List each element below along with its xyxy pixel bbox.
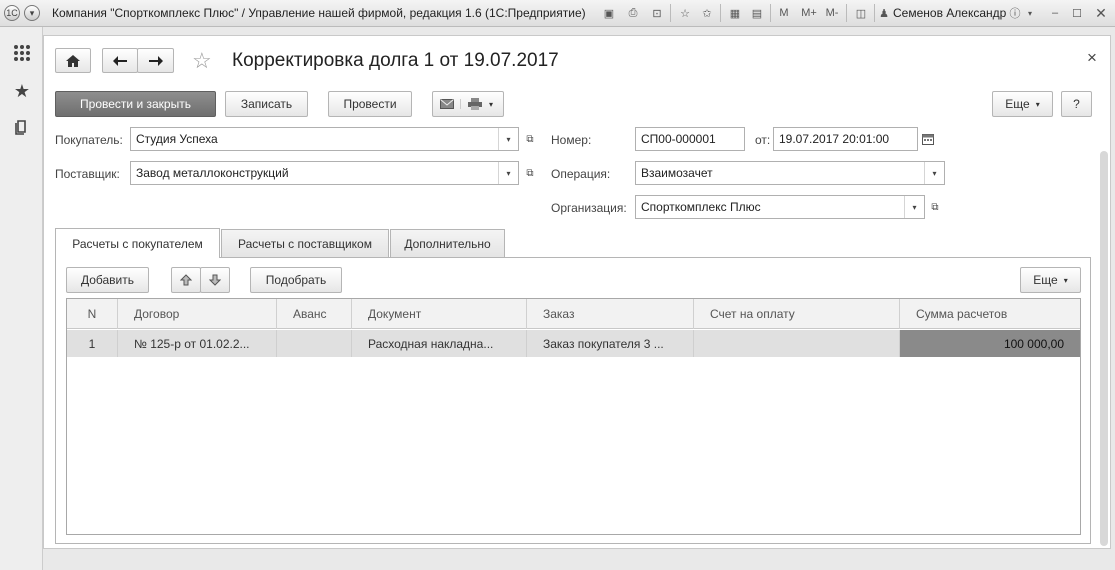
col-contract[interactable]: Договор bbox=[118, 299, 277, 329]
tab-buyer-settlements[interactable]: Расчеты с покупателем bbox=[55, 228, 220, 258]
document-form: ☆ Корректировка долга 1 от 19.07.2017 × … bbox=[43, 35, 1111, 549]
supplier-field[interactable]: Завод металлоконструкций ▾ bbox=[130, 161, 519, 185]
cell-n[interactable]: 1 bbox=[67, 330, 118, 357]
cell-order[interactable]: Заказ покупателя 3 ... bbox=[527, 330, 694, 357]
more-button[interactable]: Еще ▾ bbox=[992, 91, 1053, 117]
cell-contract[interactable]: № 125-р от 01.02.2... bbox=[118, 330, 277, 357]
cell-advance[interactable] bbox=[277, 330, 352, 357]
app-title: Компания "Спорткомплекс Плюс" / Управлен… bbox=[52, 6, 586, 20]
operation-label: Операция: bbox=[551, 167, 611, 181]
info-icon[interactable]: ⓘ bbox=[1006, 4, 1024, 22]
left-panel: ★ bbox=[0, 27, 43, 570]
number-label: Номер: bbox=[551, 133, 592, 147]
move-down-button[interactable] bbox=[200, 267, 230, 293]
print-dropdown-icon[interactable]: ▾ bbox=[489, 100, 493, 109]
user-icon: ♟ bbox=[879, 7, 889, 20]
maximize-icon[interactable]: ☐ bbox=[1068, 4, 1086, 22]
memory-m-button[interactable]: M bbox=[776, 4, 792, 22]
close-window-icon[interactable]: ✕ bbox=[1092, 4, 1110, 22]
tab-additional[interactable]: Дополнительно bbox=[390, 229, 505, 258]
supplier-open-icon[interactable]: ⧉ bbox=[520, 161, 540, 185]
col-order[interactable]: Заказ bbox=[527, 299, 694, 329]
help-button[interactable]: ? bbox=[1061, 91, 1092, 117]
close-form-button[interactable]: × bbox=[1087, 48, 1097, 68]
print-email-group: ▾ bbox=[432, 91, 504, 117]
table-row[interactable]: 1 № 125-р от 01.02.2... Расходная наклад… bbox=[67, 330, 1080, 357]
memory-plus-button[interactable]: M+ bbox=[798, 4, 820, 22]
col-advance[interactable]: Аванс bbox=[277, 299, 352, 329]
app-logo-icon[interactable]: 1С bbox=[4, 5, 20, 21]
history-icon[interactable] bbox=[12, 117, 32, 137]
buyer-field[interactable]: Студия Успеха ▾ bbox=[130, 127, 519, 151]
memory-minus-button[interactable]: M- bbox=[822, 4, 842, 22]
organization-dropdown-icon[interactable]: ▾ bbox=[904, 196, 924, 218]
forward-button[interactable] bbox=[137, 48, 174, 73]
cell-amount[interactable]: 100 000,00 bbox=[900, 330, 1080, 357]
favorites-icon[interactable]: ☆ bbox=[676, 4, 694, 22]
calendar-picker-icon[interactable] bbox=[918, 127, 938, 151]
organization-field[interactable]: Спорткомплекс Плюс ▾ bbox=[635, 195, 925, 219]
print-button-icon[interactable] bbox=[461, 98, 489, 110]
calendar-icon[interactable]: ▤ bbox=[748, 4, 766, 22]
app-titlebar: 1С ▾ Компания "Спорткомплекс Плюс" / Упр… bbox=[0, 0, 1115, 27]
table-header: N Договор Аванс Документ Заказ Счет на о… bbox=[67, 299, 1080, 329]
panels-icon[interactable]: ◫ bbox=[852, 4, 870, 22]
sections-menu-icon[interactable] bbox=[12, 43, 32, 63]
organization-open-icon[interactable]: ⧉ bbox=[925, 195, 945, 219]
back-button[interactable] bbox=[102, 48, 138, 73]
operation-dropdown-icon[interactable]: ▾ bbox=[924, 162, 944, 184]
favorite-star-icon[interactable]: ☆ bbox=[192, 48, 212, 74]
post-button[interactable]: Провести bbox=[328, 91, 412, 117]
tab-supplier-settlements[interactable]: Расчеты с поставщиком bbox=[221, 229, 389, 258]
number-field[interactable]: СП00-000001 bbox=[635, 127, 745, 151]
cell-invoice[interactable] bbox=[694, 330, 900, 357]
operation-field[interactable]: Взаимозачет ▾ bbox=[635, 161, 945, 185]
settlements-table: N Договор Аванс Документ Заказ Счет на о… bbox=[66, 298, 1081, 535]
calculator-icon[interactable]: ▦ bbox=[726, 4, 744, 22]
organization-label: Организация: bbox=[551, 201, 627, 215]
user-name[interactable]: Семенов Александр bbox=[893, 6, 1006, 20]
col-document[interactable]: Документ bbox=[352, 299, 527, 329]
date-label: от: bbox=[755, 133, 771, 147]
col-invoice[interactable]: Счет на оплату bbox=[694, 299, 900, 329]
supplier-dropdown-icon[interactable]: ▾ bbox=[498, 162, 518, 184]
favorites-star-icon[interactable]: ★ bbox=[12, 81, 32, 101]
save-icon[interactable]: ▣ bbox=[600, 4, 618, 22]
cell-document[interactable]: Расходная накладна... bbox=[352, 330, 527, 357]
col-n[interactable]: N bbox=[67, 299, 118, 329]
info-dropdown-icon[interactable]: ▾ bbox=[1024, 4, 1036, 22]
buyer-dropdown-icon[interactable]: ▾ bbox=[498, 128, 518, 150]
form-scrollbar[interactable] bbox=[1100, 151, 1108, 546]
add-favorite-icon[interactable]: ✩ bbox=[698, 4, 716, 22]
buyer-open-icon[interactable]: ⧉ bbox=[520, 127, 540, 151]
table-more-button[interactable]: Еще ▾ bbox=[1020, 267, 1081, 293]
app-menu-icon[interactable]: ▾ bbox=[24, 5, 40, 21]
pick-button[interactable]: Подобрать bbox=[250, 267, 342, 293]
move-up-button[interactable] bbox=[171, 267, 201, 293]
date-field[interactable]: 19.07.2017 20:01:00 bbox=[773, 127, 918, 151]
email-icon[interactable] bbox=[433, 99, 461, 109]
add-row-button[interactable]: Добавить bbox=[66, 267, 149, 293]
supplier-label: Поставщик: bbox=[55, 167, 120, 181]
print-icon[interactable]: ⎙ bbox=[624, 4, 642, 22]
home-button[interactable] bbox=[55, 48, 91, 73]
buyer-label: Покупатель: bbox=[55, 133, 123, 147]
col-amount[interactable]: Сумма расчетов bbox=[900, 299, 1080, 329]
minimize-icon[interactable]: – bbox=[1046, 4, 1064, 22]
preview-icon[interactable]: ⊡ bbox=[648, 4, 666, 22]
post-and-close-button[interactable]: Провести и закрыть bbox=[55, 91, 216, 117]
save-button[interactable]: Записать bbox=[225, 91, 308, 117]
page-title: Корректировка долга 1 от 19.07.2017 bbox=[232, 50, 559, 71]
